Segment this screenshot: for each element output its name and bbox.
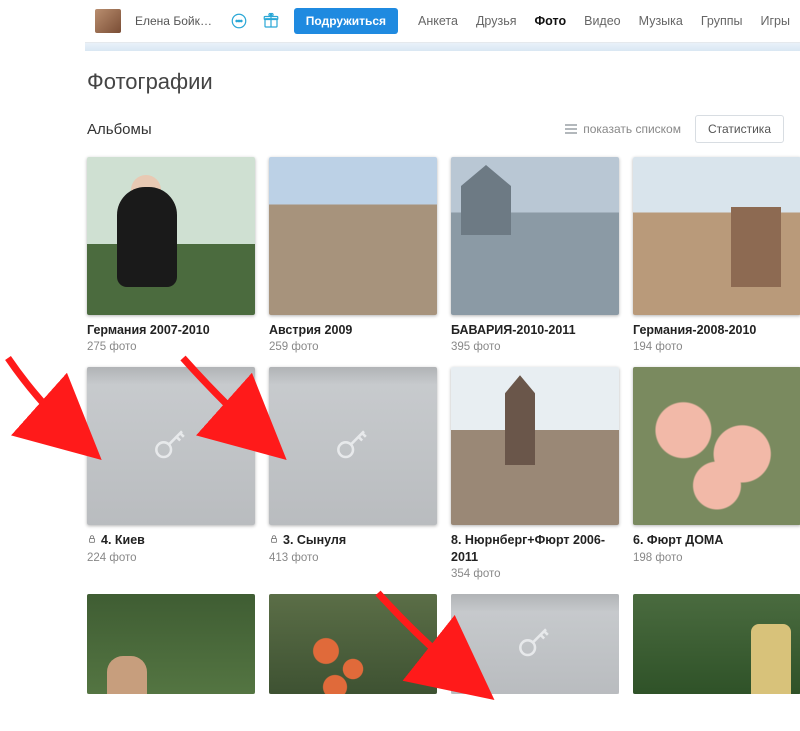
- album-card[interactable]: [87, 594, 255, 694]
- nav-games[interactable]: Игры: [761, 14, 790, 28]
- album-card[interactable]: 3. Сынуля 413 фото: [269, 367, 437, 580]
- top-bar: Елена Бойко (Мо... Подружиться Анкета Др…: [85, 0, 800, 43]
- album-thumb[interactable]: [451, 367, 619, 525]
- album-thumb-locked[interactable]: [269, 367, 437, 525]
- show-list-link[interactable]: показать списком: [565, 122, 681, 136]
- album-count: 259 фото: [269, 341, 437, 353]
- album-count: 275 фото: [87, 341, 255, 353]
- album-thumb-locked[interactable]: [451, 594, 619, 694]
- album-thumb[interactable]: [87, 594, 255, 694]
- album-title-text: 6. Фюрт ДОМА: [633, 532, 723, 548]
- album-card[interactable]: 8. Нюрнберг+Фюрт 2006-2011 354 фото: [451, 367, 619, 580]
- album-title: Австрия 2009: [269, 322, 437, 338]
- nav-friends[interactable]: Друзья: [476, 14, 517, 28]
- album-thumb[interactable]: [451, 157, 619, 315]
- album-count: 224 фото: [87, 552, 255, 564]
- album-title-text: Германия-2008-2010: [633, 322, 756, 338]
- add-friend-button[interactable]: Подружиться: [294, 8, 398, 34]
- album-count: 194 фото: [633, 341, 800, 353]
- album-count: 413 фото: [269, 552, 437, 564]
- album-thumb[interactable]: [269, 594, 437, 694]
- album-title-text: 4. Киев: [101, 532, 145, 548]
- album-card[interactable]: [269, 594, 437, 694]
- album-count: 198 фото: [633, 552, 800, 564]
- nav-music[interactable]: Музыка: [639, 14, 683, 28]
- divider-strip: [85, 43, 800, 51]
- album-card[interactable]: Германия-2008-2010 194 фото: [633, 157, 800, 353]
- list-icon: [565, 124, 577, 134]
- page-title: Фотографии: [87, 69, 784, 95]
- album-thumb[interactable]: [269, 157, 437, 315]
- album-title-text: 8. Нюрнберг+Фюрт 2006-2011: [451, 532, 619, 565]
- album-thumb[interactable]: [633, 367, 800, 525]
- albums-grid: Германия 2007-2010 275 фото Австрия 2009 25…: [87, 157, 784, 694]
- album-title-text: БАВАРИЯ-2010-2011: [451, 322, 576, 338]
- album-title: 6. Фюрт ДОМА: [633, 532, 800, 548]
- album-count: 354 фото: [451, 568, 619, 580]
- album-title: Германия-2008-2010: [633, 322, 800, 338]
- nav-video[interactable]: Видео: [584, 14, 621, 28]
- album-title-text: Германия 2007-2010: [87, 322, 210, 338]
- album-title: 3. Сынуля: [269, 532, 437, 548]
- album-title: 8. Нюрнберг+Фюрт 2006-2011: [451, 532, 619, 565]
- album-card[interactable]: Австрия 2009 259 фото: [269, 157, 437, 353]
- album-thumb[interactable]: [633, 157, 800, 315]
- album-card[interactable]: [633, 594, 800, 694]
- nav-profile[interactable]: Анкета: [418, 14, 458, 28]
- album-card[interactable]: Германия 2007-2010 275 фото: [87, 157, 255, 353]
- album-thumb[interactable]: [633, 594, 800, 694]
- album-title-text: 3. Сынуля: [283, 532, 346, 548]
- avatar[interactable]: [95, 9, 121, 33]
- gift-icon[interactable]: [262, 12, 280, 30]
- album-title: 4. Киев: [87, 532, 255, 548]
- album-card[interactable]: [451, 594, 619, 694]
- album-thumb-locked[interactable]: [87, 367, 255, 525]
- message-icon[interactable]: [230, 12, 248, 30]
- key-icon: [513, 622, 557, 666]
- lock-icon: [269, 534, 279, 544]
- album-title: Германия 2007-2010: [87, 322, 255, 338]
- username[interactable]: Елена Бойко (Мо...: [135, 14, 216, 28]
- album-card[interactable]: 4. Киев 224 фото: [87, 367, 255, 580]
- album-title: БАВАРИЯ-2010-2011: [451, 322, 619, 338]
- section-title: Альбомы: [87, 121, 152, 138]
- album-title-text: Австрия 2009: [269, 322, 352, 338]
- key-icon: [331, 424, 375, 468]
- album-card[interactable]: БАВАРИЯ-2010-2011 395 фото: [451, 157, 619, 353]
- album-card[interactable]: 6. Фюрт ДОМА 198 фото: [633, 367, 800, 580]
- nav-groups[interactable]: Группы: [701, 14, 743, 28]
- show-list-label: показать списком: [583, 122, 681, 136]
- profile-nav: Анкета Друзья Фото Видео Музыка Группы И…: [418, 14, 790, 28]
- stats-button[interactable]: Статистика: [695, 115, 784, 143]
- album-thumb[interactable]: [87, 157, 255, 315]
- nav-photos[interactable]: Фото: [535, 14, 567, 28]
- album-count: 395 фото: [451, 341, 619, 353]
- key-icon: [149, 424, 193, 468]
- lock-icon: [87, 534, 97, 544]
